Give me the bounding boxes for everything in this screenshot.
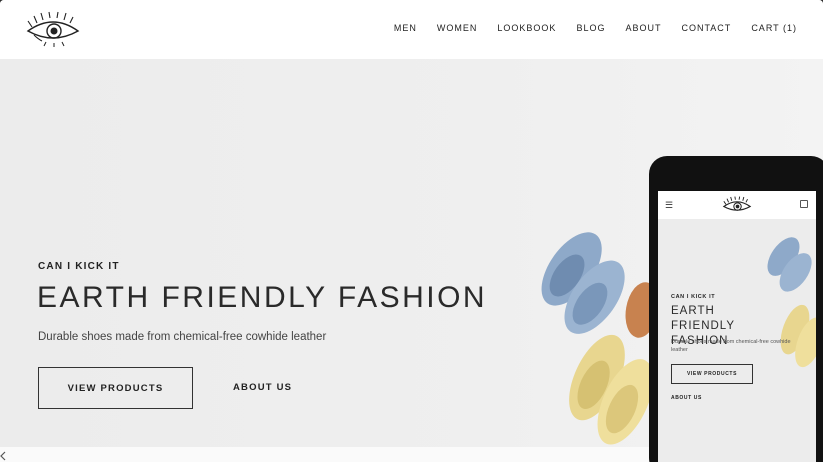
view-products-button[interactable]: VIEW PRODUCTS — [38, 367, 193, 409]
hero-subline: Durable shoes made from chemical-free co… — [38, 331, 327, 343]
mobile-hero-eyebrow: CAN I KICK IT — [671, 294, 716, 300]
main-nav: MEN WOMEN LOOKBOOK BLOG ABOUT CONTACT CA… — [394, 23, 797, 33]
nav-cart[interactable]: CART (1) — [751, 23, 797, 33]
about-us-link[interactable]: ABOUT US — [233, 382, 292, 393]
nav-about[interactable]: ABOUT — [625, 23, 661, 33]
hamburger-icon[interactable]: ☰ — [665, 200, 673, 211]
shoes-image — [541, 232, 659, 445]
eye-logo-icon[interactable] — [24, 11, 82, 49]
mobile-hero-subline: Durable shoes made from chemical-free co… — [671, 339, 791, 353]
corner-arrow-icon — [0, 451, 6, 461]
mobile-screen: ☰ CAN I KICK IT EARTH FRIENDLY FASHION D… — [658, 191, 816, 462]
mobile-about-us-link[interactable]: ABOUT US — [671, 395, 702, 401]
nav-blog[interactable]: BLOG — [576, 23, 605, 33]
nav-lookbook[interactable]: LOOKBOOK — [497, 23, 556, 33]
desktop-page: MEN WOMEN LOOKBOOK BLOG ABOUT CONTACT CA… — [0, 0, 823, 462]
nav-women[interactable]: WOMEN — [437, 23, 478, 33]
mobile-view-products-button[interactable]: VIEW PRODUCTS — [671, 364, 753, 384]
eye-logo-icon[interactable] — [721, 196, 753, 216]
mobile-header: ☰ — [658, 191, 816, 219]
hero-eyebrow: CAN I KICK IT — [38, 261, 120, 272]
site-header: MEN WOMEN LOOKBOOK BLOG ABOUT CONTACT CA… — [0, 0, 823, 59]
cart-icon[interactable] — [800, 200, 808, 208]
nav-contact[interactable]: CONTACT — [681, 23, 731, 33]
hero-headline: EARTH FRIENDLY FASHION — [37, 281, 488, 314]
nav-men[interactable]: MEN — [394, 23, 417, 33]
